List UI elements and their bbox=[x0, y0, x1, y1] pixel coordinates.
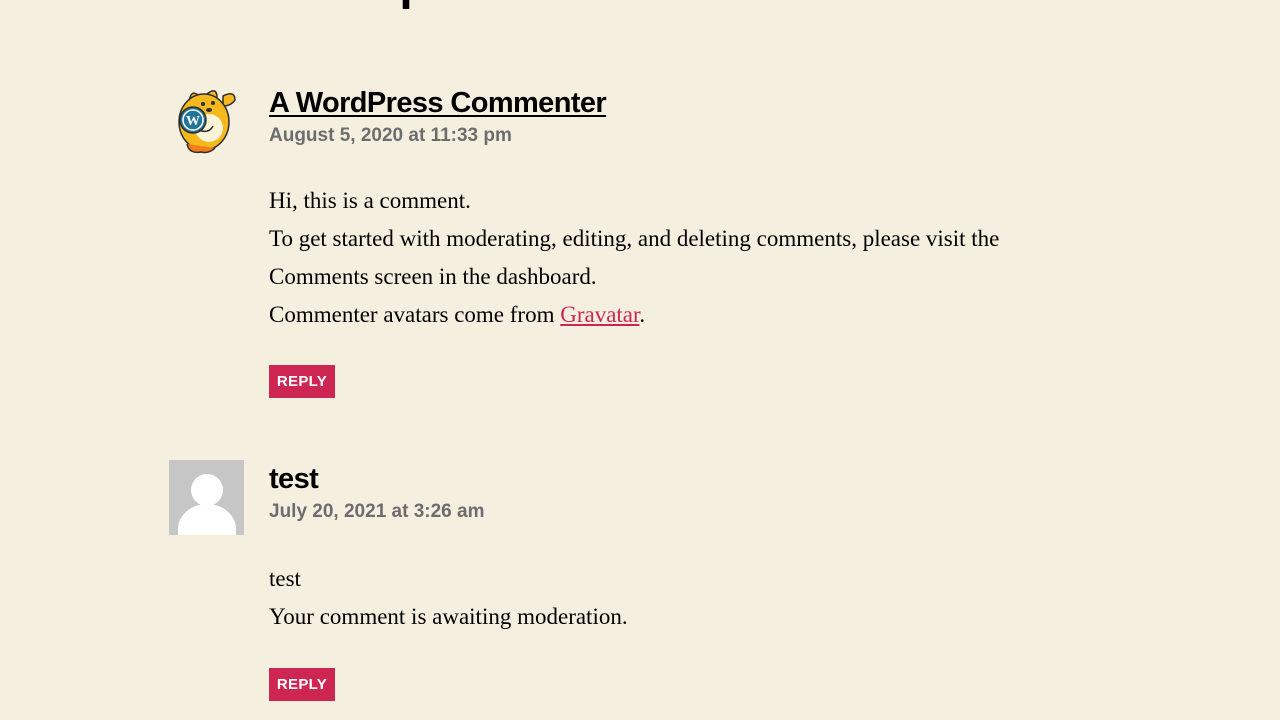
comment-content: Hi, this is a comment. To get started wi… bbox=[269, 182, 1069, 334]
comment-meta: A WordPress Commenter August 5, 2020 at … bbox=[269, 84, 607, 148]
svg-text:W: W bbox=[186, 114, 200, 129]
page-heading: Replies bbox=[340, 0, 505, 8]
comment-meta: test July 20, 2021 at 3:26 am bbox=[269, 460, 484, 524]
gravatar-link[interactable]: Gravatar bbox=[560, 302, 639, 327]
reply-button[interactable]: REPLY bbox=[269, 668, 335, 701]
comment-author: test bbox=[269, 463, 319, 495]
reply-button[interactable]: REPLY bbox=[269, 365, 335, 398]
comment-content: test Your comment is awaiting moderation… bbox=[269, 560, 1069, 636]
comment-text: To get started with moderating, editing,… bbox=[269, 226, 1000, 289]
moderation-notice: Your comment is awaiting moderation. bbox=[269, 604, 628, 629]
default-avatar-icon bbox=[169, 460, 244, 535]
comment-text-suffix: . bbox=[639, 302, 646, 327]
comment-text: test bbox=[269, 566, 301, 591]
comment-date-link[interactable]: August 5, 2020 at 11:33 pm bbox=[269, 124, 606, 148]
wapuu-icon: W bbox=[169, 84, 244, 159]
comment-text: Commenter avatars come from Gravatar. bbox=[269, 296, 1069, 334]
avatar-head-shape bbox=[191, 474, 223, 506]
avatar-body-shape bbox=[178, 504, 236, 535]
comment-date-link[interactable]: July 20, 2021 at 3:26 am bbox=[269, 500, 484, 524]
comment-author-link[interactable]: A WordPress Commenter bbox=[269, 85, 607, 121]
comment-text-prefix: Commenter avatars come from bbox=[269, 302, 561, 327]
comment-text: Hi, this is a comment. bbox=[269, 188, 471, 213]
